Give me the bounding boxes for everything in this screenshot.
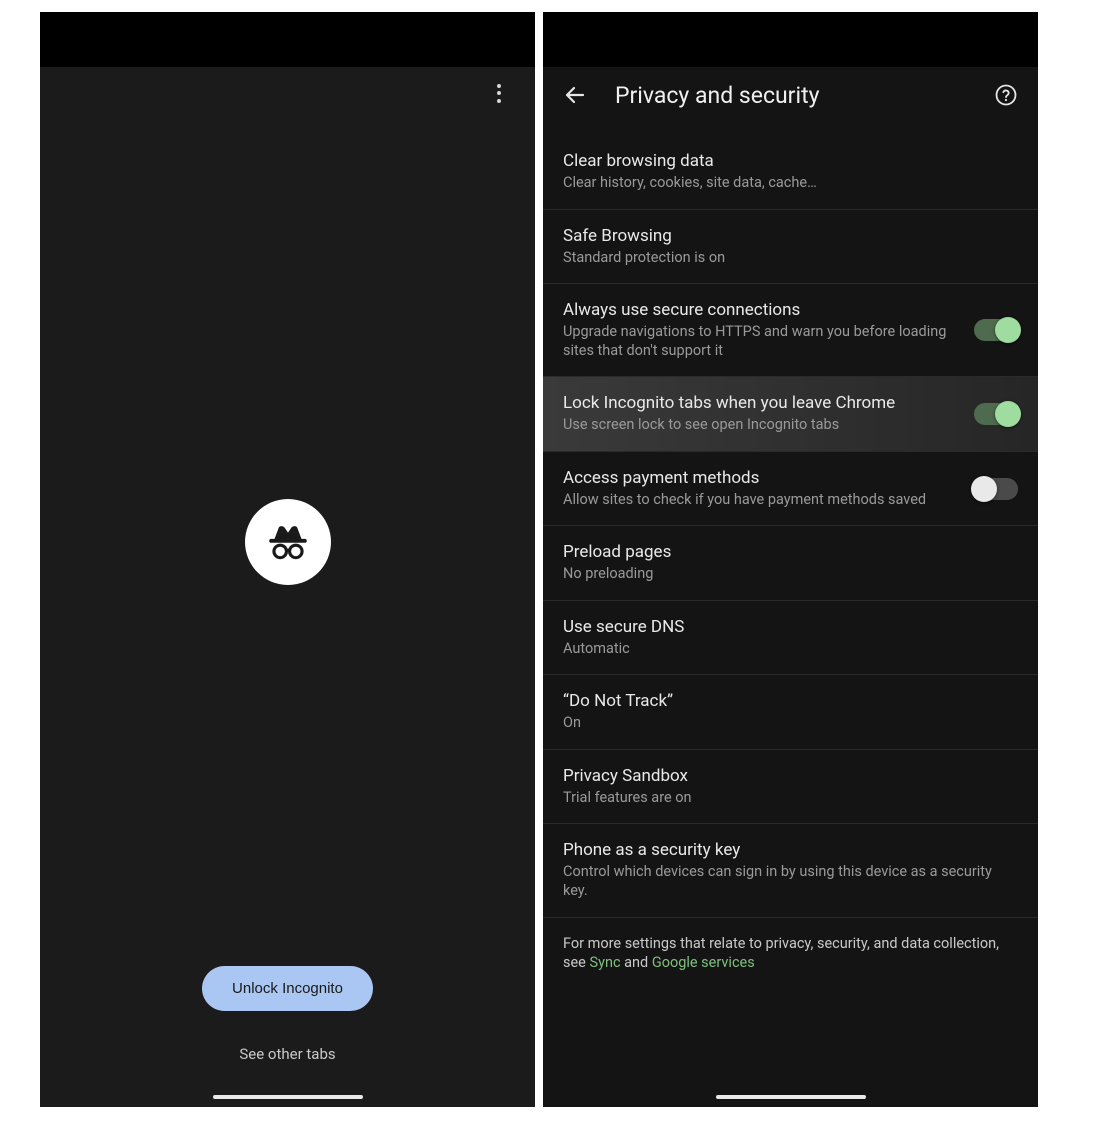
setting-text: Safe Browsing Standard protection is on	[563, 226, 1018, 268]
setting-title: Access payment methods	[563, 468, 960, 488]
phone-right-privacy-settings: Privacy and security Clear browsing data…	[543, 12, 1038, 1107]
setting-text: Lock Incognito tabs when you leave Chrom…	[563, 393, 960, 435]
toggle-switch[interactable]	[974, 478, 1018, 500]
setting-row[interactable]: “Do Not Track” On	[543, 675, 1038, 750]
setting-title: Privacy Sandbox	[563, 766, 1018, 786]
setting-subtitle: Clear history, cookies, site data, cache…	[563, 174, 1018, 193]
status-bar	[543, 12, 1038, 67]
setting-text: Clear browsing data Clear history, cookie…	[563, 151, 1018, 193]
setting-subtitle: Trial features are on	[563, 789, 1018, 808]
setting-row[interactable]: Preload pages No preloading	[543, 526, 1038, 601]
setting-text: Preload pages No preloading	[563, 542, 1018, 584]
settings-list[interactable]: Clear browsing data Clear history, cookie…	[543, 135, 1038, 1107]
setting-row[interactable]: Lock Incognito tabs when you leave Chrom…	[543, 377, 1038, 452]
setting-row[interactable]: Access payment methods Allow sites to che…	[543, 452, 1038, 527]
setting-row[interactable]: Clear browsing data Clear history, cookie…	[543, 135, 1038, 210]
help-outline-icon	[994, 83, 1018, 107]
setting-title: Use secure DNS	[563, 617, 1018, 637]
setting-subtitle: Automatic	[563, 640, 1018, 659]
setting-subtitle: On	[563, 714, 1018, 733]
setting-row[interactable]: Privacy Sandbox Trial features are on	[543, 750, 1038, 825]
setting-title: Safe Browsing	[563, 226, 1018, 246]
setting-row[interactable]: Phone as a security key Control which dev…	[543, 824, 1038, 917]
phone-left-incognito-lock: Unlock Incognito See other tabs	[40, 12, 535, 1107]
unlock-incognito-button[interactable]: Unlock Incognito	[202, 966, 373, 1011]
more-vert-icon	[497, 84, 501, 103]
gesture-nav-handle[interactable]	[213, 1095, 363, 1099]
toggle-thumb	[995, 401, 1021, 427]
toggle-thumb	[995, 317, 1021, 343]
setting-subtitle: No preloading	[563, 565, 1018, 584]
setting-row[interactable]: Use secure DNS Automatic	[543, 601, 1038, 676]
setting-title: “Do Not Track”	[563, 691, 1018, 711]
toggle-switch[interactable]	[974, 403, 1018, 425]
setting-text: “Do Not Track” On	[563, 691, 1018, 733]
back-button[interactable]	[557, 77, 593, 113]
setting-title: Lock Incognito tabs when you leave Chrom…	[563, 393, 960, 413]
setting-subtitle: Upgrade navigations to HTTPS and warn yo…	[563, 323, 960, 360]
setting-text: Always use secure connections Upgrade nav…	[563, 300, 960, 360]
setting-text: Access payment methods Allow sites to che…	[563, 468, 960, 510]
arrow-back-icon	[563, 83, 587, 107]
overflow-menu-button[interactable]	[481, 75, 517, 111]
setting-row[interactable]: Safe Browsing Standard protection is on	[543, 210, 1038, 285]
toggle-thumb	[971, 476, 997, 502]
sync-link[interactable]: Sync	[589, 954, 620, 971]
incognito-icon	[245, 499, 331, 585]
setting-text: Phone as a security key Control which dev…	[563, 840, 1018, 900]
setting-subtitle: Standard protection is on	[563, 249, 1018, 268]
setting-subtitle: Allow sites to check if you have payment…	[563, 491, 960, 510]
setting-title: Phone as a security key	[563, 840, 1018, 860]
setting-text: Use secure DNS Automatic	[563, 617, 1018, 659]
status-bar	[40, 12, 535, 67]
google-services-link[interactable]: Google services	[652, 954, 755, 971]
setting-subtitle: Control which devices can sign in by usi…	[563, 863, 1018, 900]
incognito-illustration	[40, 137, 535, 966]
setting-title: Clear browsing data	[563, 151, 1018, 171]
setting-row[interactable]: Always use secure connections Upgrade nav…	[543, 284, 1038, 377]
toolbar	[40, 67, 535, 137]
setting-title: Always use secure connections	[563, 300, 960, 320]
page-title: Privacy and security	[615, 82, 966, 109]
setting-title: Preload pages	[563, 542, 1018, 562]
help-button[interactable]	[988, 77, 1024, 113]
incognito-lock-screen: Unlock Incognito See other tabs	[40, 67, 535, 1107]
gesture-nav-handle[interactable]	[716, 1095, 866, 1099]
footer-text: and	[621, 954, 652, 971]
settings-header: Privacy and security	[543, 67, 1038, 135]
see-other-tabs-link[interactable]: See other tabs	[239, 1045, 335, 1063]
setting-subtitle: Use screen lock to see open Incognito ta…	[563, 416, 960, 435]
privacy-footer-note: For more settings that relate to privacy…	[543, 918, 1038, 1013]
toggle-switch[interactable]	[974, 319, 1018, 341]
setting-text: Privacy Sandbox Trial features are on	[563, 766, 1018, 808]
bottom-actions: Unlock Incognito See other tabs	[40, 966, 535, 1107]
privacy-settings-screen: Privacy and security Clear browsing data…	[543, 67, 1038, 1107]
